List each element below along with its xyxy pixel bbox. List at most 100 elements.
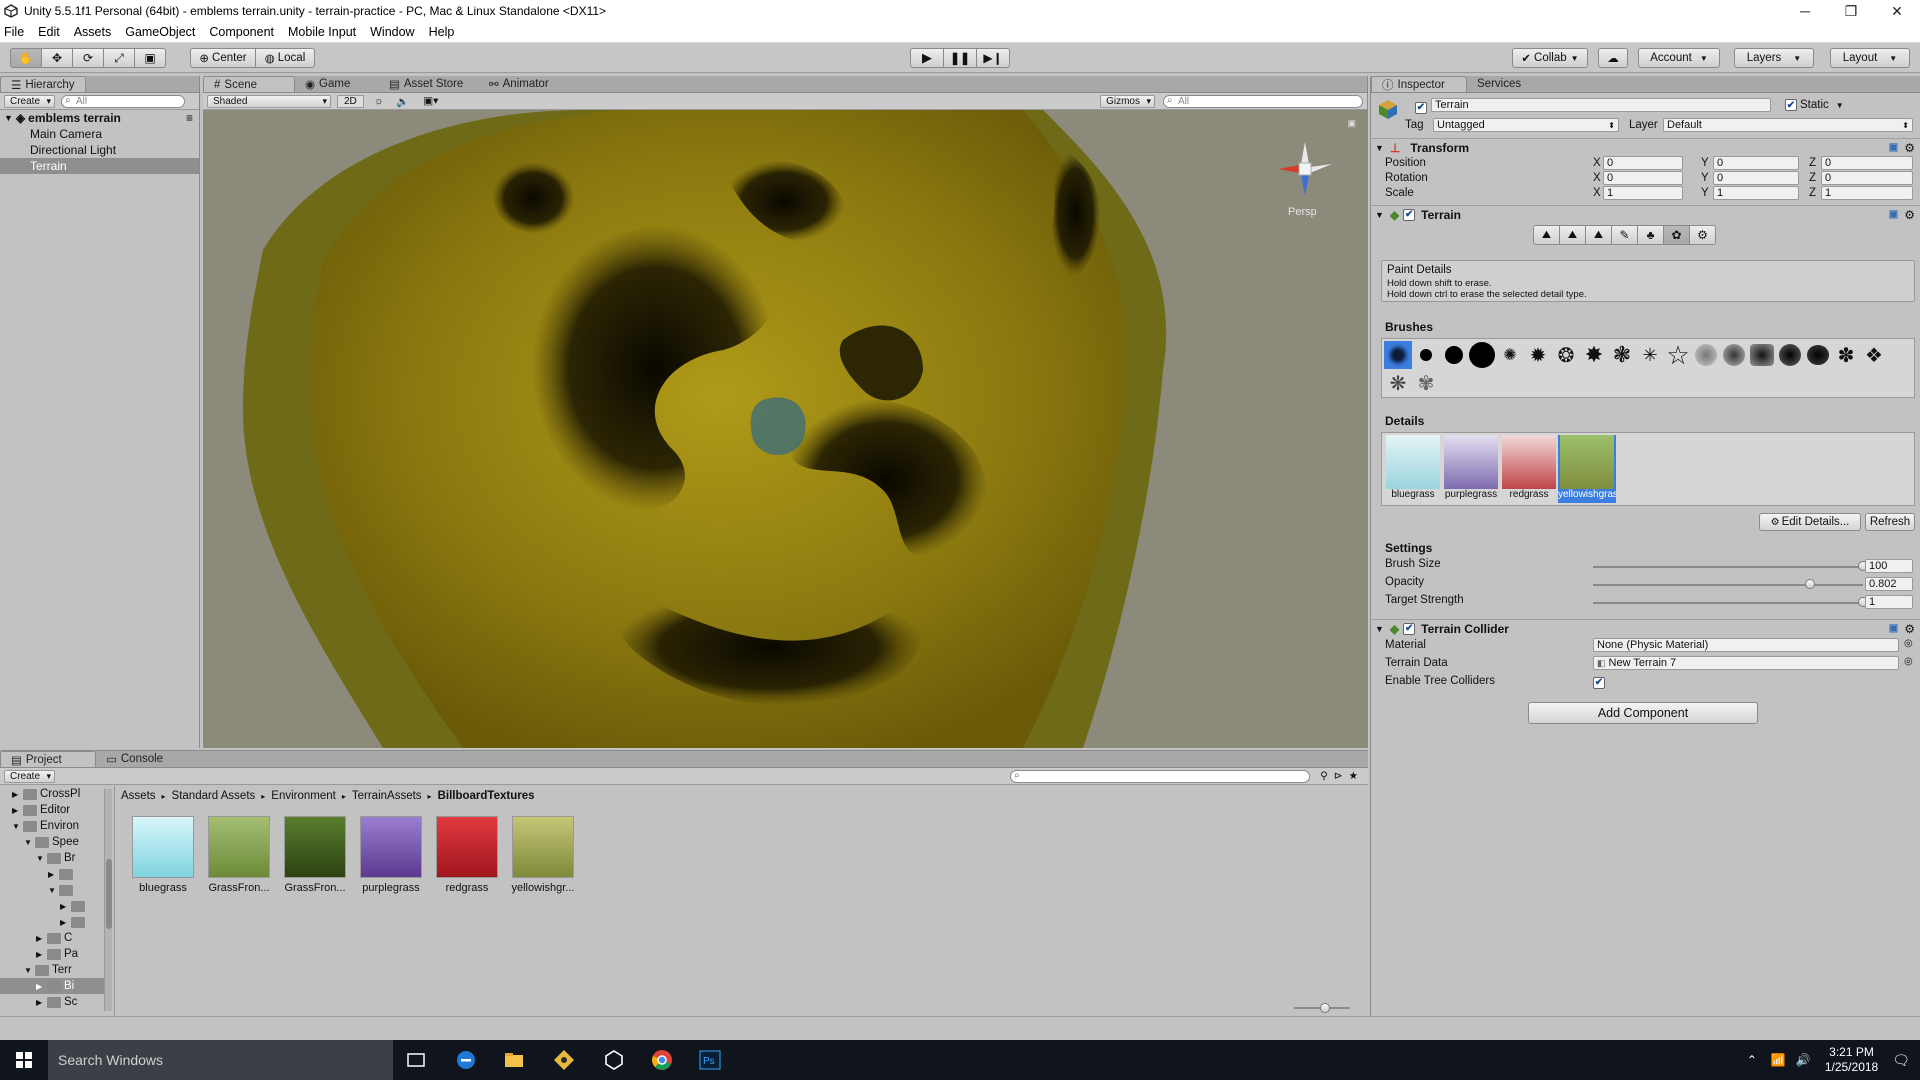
folder-tree-item[interactable]: ▼ Environ — [0, 818, 104, 834]
brush-size-field[interactable]: 100 — [1865, 559, 1913, 573]
notifications-icon[interactable]: 🗨 — [1892, 1052, 1910, 1069]
folder-tree-item[interactable]: ▶ Editor — [0, 802, 104, 818]
add-component-button[interactable]: Add Component — [1528, 702, 1758, 724]
edit-details-button[interactable]: ⚙ Edit Details... — [1759, 513, 1861, 531]
rotate-tool-button[interactable]: ⟳ — [72, 48, 104, 68]
position-z-field[interactable]: 0 — [1821, 156, 1913, 170]
hierarchy-create-dropdown[interactable]: Create — [4, 94, 56, 108]
rotation-x-field[interactable]: 0 — [1603, 171, 1683, 185]
refresh-button[interactable]: Refresh — [1865, 513, 1915, 531]
folder-tree-item[interactable]: ▶ Sc — [0, 994, 104, 1010]
pause-button[interactable]: ❚❚ — [943, 48, 977, 68]
menu-file[interactable]: File — [4, 25, 24, 39]
tab-console[interactable]: ▭ Console — [96, 751, 182, 767]
scene-menu-icon[interactable]: ≡ — [186, 111, 193, 125]
expanded-arrow-icon[interactable]: ▼ — [12, 822, 20, 831]
detail-yellowishgrass[interactable]: yellowishgrass — [1558, 435, 1616, 503]
folder-tree-item[interactable]: ▼ Terr — [0, 962, 104, 978]
gear-icon[interactable]: ⚙ — [1904, 141, 1915, 155]
play-button[interactable]: ▶ — [910, 48, 944, 68]
scale-z-field[interactable]: 1 — [1821, 186, 1913, 200]
scene-viewport[interactable]: Persp ▣ — [203, 110, 1368, 748]
scene-root-row[interactable]: ▼ ◈ emblems terrain ≡ — [0, 110, 199, 126]
collapsed-arrow-icon[interactable]: ▶ — [36, 934, 44, 943]
place-trees-tool-button[interactable]: ♣ — [1637, 225, 1664, 245]
folder-tree-item[interactable]: ▶ — [0, 898, 104, 914]
brush-scatter-2[interactable]: ✾ — [1412, 369, 1440, 397]
gizmos-dropdown[interactable]: Gizmos — [1100, 94, 1155, 108]
edge-icon[interactable] — [454, 1048, 478, 1072]
terrain-collider-header[interactable]: ▼ ◆ ✔ Terrain Collider ▣ ⚙ — [1371, 619, 1920, 637]
collapsed-arrow-icon[interactable]: ▶ — [36, 982, 44, 991]
paint-height-tool-button[interactable]: ⛰ — [1559, 225, 1586, 245]
help-icon[interactable]: ▣ — [1889, 623, 1898, 634]
terrain-enabled-checkbox[interactable]: ✔ — [1403, 208, 1416, 221]
asset-tile-purplegrass[interactable]: purplegrass — [357, 816, 425, 894]
filter-type-icon[interactable]: ⚲ — [1320, 770, 1328, 782]
filter-label-icon[interactable]: ⊳ — [1334, 770, 1343, 782]
help-icon[interactable]: ▣ — [1889, 142, 1898, 153]
hierarchy-item-directional-light[interactable]: Directional Light — [0, 142, 199, 158]
folder-tree-item[interactable]: ▶ Bi — [0, 978, 104, 994]
asset-tile-bluegrass[interactable]: bluegrass — [129, 816, 197, 894]
tab-project[interactable]: ▤ Project — [0, 751, 96, 767]
start-button[interactable] — [0, 1040, 48, 1080]
collapsed-arrow-icon[interactable]: ▶ — [60, 918, 68, 927]
collapsed-arrow-icon[interactable]: ▶ — [12, 790, 20, 799]
folder-tree-item[interactable]: ▼ Br — [0, 850, 104, 866]
gear-icon[interactable]: ⚙ — [1904, 622, 1915, 636]
expanded-arrow-icon[interactable]: ▼ — [24, 966, 32, 975]
folder-tree-item[interactable]: ▶ — [0, 866, 104, 882]
rotation-y-field[interactable]: 0 — [1713, 171, 1799, 185]
clock[interactable]: 3:21 PM 1/25/2018 — [1825, 1045, 1878, 1075]
close-button[interactable]: ✕ — [1874, 0, 1920, 22]
brush-noise-3[interactable] — [1748, 341, 1776, 369]
cloud-button[interactable]: ☁ — [1598, 48, 1628, 68]
step-button[interactable]: ▶❙ — [976, 48, 1010, 68]
folder-tree-item[interactable]: ▶ Pa — [0, 946, 104, 962]
brush-hard-small[interactable] — [1412, 341, 1440, 369]
project-create-dropdown[interactable]: Create — [4, 769, 56, 783]
file-explorer-icon[interactable] — [502, 1048, 526, 1072]
brush-scatter-1[interactable]: ❋ — [1384, 369, 1412, 397]
transform-header[interactable]: ▼ ⊥ Transform ▣ ⚙ — [1371, 138, 1920, 156]
tree-scrollbar-thumb[interactable] — [106, 859, 112, 929]
terrain-data-field[interactable]: ◧ New Terrain 7 — [1593, 656, 1899, 670]
menu-window[interactable]: Window — [370, 25, 414, 39]
chrome-icon[interactable] — [650, 1048, 674, 1072]
git-icon[interactable] — [552, 1048, 576, 1072]
opacity-field[interactable]: 0.802 — [1865, 577, 1913, 591]
brush-star[interactable]: ☆ — [1664, 340, 1692, 370]
object-picker-icon[interactable]: ◎ — [1904, 638, 1913, 649]
scale-tool-button[interactable]: ⤢ — [103, 48, 135, 68]
brush-dots[interactable]: ❖ — [1860, 341, 1888, 369]
scale-y-field[interactable]: 1 — [1713, 186, 1799, 200]
breadcrumb-standard-assets[interactable]: Standard Assets — [172, 790, 256, 802]
scene-gizmo[interactable]: Persp — [1270, 134, 1340, 218]
collapsed-arrow-icon[interactable]: ▶ — [48, 870, 56, 879]
folder-tree-item[interactable]: ▶ — [0, 914, 104, 930]
thumbnail-size-slider[interactable] — [1294, 1003, 1350, 1013]
network-icon[interactable]: 📶 — [1771, 1053, 1786, 1067]
detail-redgrass[interactable]: redgrass — [1500, 435, 1558, 503]
layer-dropdown[interactable]: Default ⬍ — [1663, 118, 1913, 132]
layout-dropdown[interactable]: Layout ▼ — [1830, 48, 1910, 68]
collapsed-arrow-icon[interactable]: ▶ — [36, 998, 44, 1007]
brush-hard-medium[interactable] — [1440, 341, 1468, 369]
brush-noise-5[interactable] — [1804, 341, 1832, 369]
static-checkbox[interactable]: ✔ — [1785, 99, 1797, 111]
smooth-height-tool-button[interactable]: ⛰ — [1585, 225, 1612, 245]
rect-tool-button[interactable]: ▣ — [134, 48, 166, 68]
menu-component[interactable]: Component — [209, 25, 274, 39]
raise-lower-tool-button[interactable]: ⛰ — [1533, 225, 1560, 245]
minimize-button[interactable]: ─ — [1782, 0, 1828, 22]
brush-noise-4[interactable] — [1776, 341, 1804, 369]
brush-soft-small[interactable] — [1384, 341, 1412, 369]
thumbnail-size-thumb[interactable] — [1320, 1003, 1330, 1013]
scene-search-input[interactable]: All — [1163, 94, 1363, 108]
layers-dropdown[interactable]: Layers ▼ — [1734, 48, 1814, 68]
hand-tool-button[interactable]: ✋ — [10, 48, 42, 68]
brush-spark[interactable]: ✳ — [1636, 341, 1664, 369]
paint-texture-tool-button[interactable]: ✎ — [1611, 225, 1638, 245]
account-dropdown[interactable]: Account ▼ — [1638, 48, 1720, 68]
